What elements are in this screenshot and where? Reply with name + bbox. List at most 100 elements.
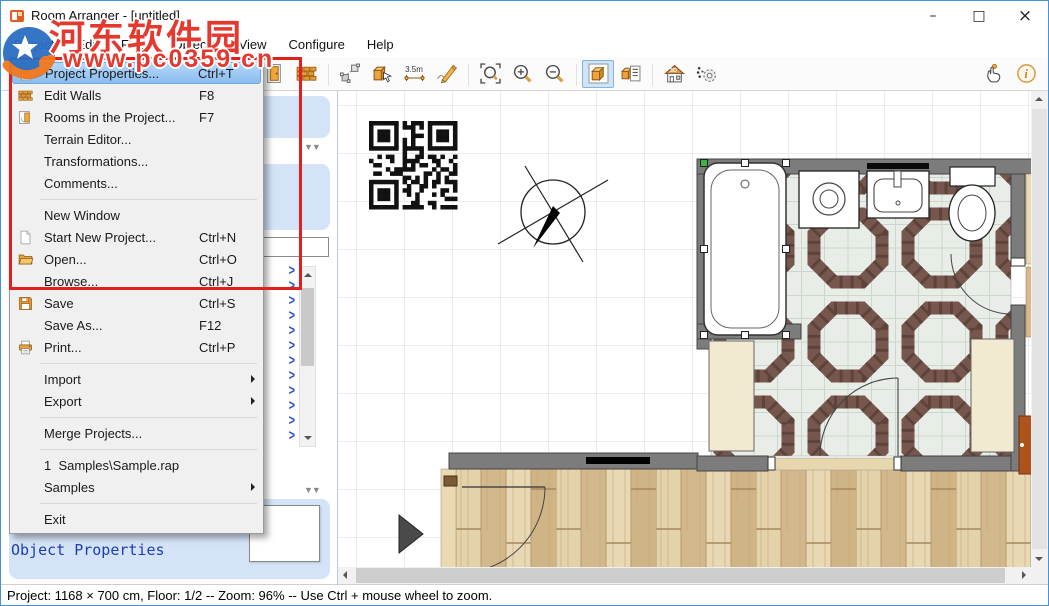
bathroom[interactable] xyxy=(697,159,1031,474)
bathtub[interactable] xyxy=(704,163,786,335)
toolbar-spacer[interactable] xyxy=(722,60,978,88)
window-bar[interactable] xyxy=(586,457,650,464)
door-jamb xyxy=(894,457,901,470)
collapse-panel-icon-2[interactable]: ▼▼ xyxy=(304,485,320,495)
scroll-right-icon[interactable] xyxy=(1022,571,1026,579)
toolbar-3d-objects-button[interactable] xyxy=(614,60,646,88)
titlebar: Room Arranger - [untitled] – □ × xyxy=(1,1,1048,31)
menu-item-exit[interactable]: Exit xyxy=(12,508,261,530)
scroll-down-icon[interactable] xyxy=(1035,557,1043,561)
app-icon xyxy=(9,8,25,24)
cabinet[interactable] xyxy=(709,341,754,451)
brick-wall-icon xyxy=(12,88,38,103)
menu-item-new-window[interactable]: New Window xyxy=(12,204,261,226)
cabinet[interactable] xyxy=(971,339,1014,452)
zoom-window-icon xyxy=(480,63,501,84)
sink[interactable] xyxy=(867,163,929,218)
wall[interactable] xyxy=(449,453,698,469)
toolbar-draw-button[interactable] xyxy=(430,60,462,88)
menu-item-print[interactable]: Print... Ctrl+P xyxy=(12,336,261,358)
tree-item[interactable]: > xyxy=(263,429,299,444)
qr-code[interactable] xyxy=(369,121,458,210)
project-menu: Project Properties... Ctrl+T Edit Walls … xyxy=(9,58,264,534)
menu-item-samples[interactable]: Samples xyxy=(12,476,261,498)
washing-machine[interactable] xyxy=(799,171,859,228)
menu-item-edit-walls[interactable]: Edit Walls F8 xyxy=(12,84,261,106)
doc-new-icon xyxy=(12,230,38,245)
faucet xyxy=(894,171,901,187)
toolbar-walkthrough-button[interactable] xyxy=(690,60,722,88)
toolbar-3d-home-button[interactable]: 3D xyxy=(658,60,690,88)
toolbar-zoom-window-button[interactable] xyxy=(474,60,506,88)
menu-item-save[interactable]: Save Ctrl+S xyxy=(12,292,261,314)
menu-item-open[interactable]: Open... Ctrl+O xyxy=(12,248,261,270)
menu-item-start-new-project[interactable]: Start New Project... Ctrl+N xyxy=(12,226,261,248)
menu-item-comments[interactable]: Comments... xyxy=(12,172,261,194)
printer-icon xyxy=(12,340,38,355)
toolbar-walls-button[interactable] xyxy=(290,60,322,88)
view-3d-list-icon xyxy=(620,63,641,84)
door-knob xyxy=(1020,443,1024,447)
toolbar-3d-view-button[interactable] xyxy=(582,60,614,88)
toolbar-hand-button[interactable] xyxy=(978,60,1010,88)
menu-item-rooms-in-project[interactable]: Rooms in the Project... F7 xyxy=(12,106,261,128)
menu-item-project-properties[interactable]: Project Properties... Ctrl+T xyxy=(12,62,261,84)
menubar-item-objects[interactable]: Objects xyxy=(162,33,228,56)
scroll-down-icon[interactable] xyxy=(304,436,312,440)
menu-item-export[interactable]: Export xyxy=(12,390,261,412)
horizontal-scrollbar[interactable] xyxy=(338,567,1031,584)
object-properties-title: Object Properties xyxy=(11,541,165,559)
collapse-panel-icon[interactable]: ▼▼ xyxy=(304,142,320,152)
wood-floor[interactable] xyxy=(456,469,1031,567)
menu-item-import[interactable]: Import xyxy=(12,368,261,390)
menubar-item-help[interactable]: Help xyxy=(356,33,405,56)
door-icon xyxy=(264,63,285,84)
home-3d-icon: 3D xyxy=(664,63,685,84)
menu-item-terrain-editor[interactable]: Terrain Editor... xyxy=(12,128,261,150)
minimize-button[interactable]: – xyxy=(910,1,956,31)
tree-scrollbar[interactable] xyxy=(299,266,316,447)
chevron-right-icon: > xyxy=(289,426,295,446)
status-text: Project: 1168 × 700 cm, Floor: 1/2 -- Zo… xyxy=(7,588,492,603)
menubar-item-floor[interactable]: Floor xyxy=(110,33,162,56)
svg-text:i: i xyxy=(1024,67,1028,81)
toolbar-about-button[interactable]: i xyxy=(1010,60,1042,88)
menu-item-browse[interactable]: Browse... Ctrl+J xyxy=(12,270,261,292)
toolbar-select-button[interactable] xyxy=(334,60,366,88)
menu-item-merge-projects[interactable]: Merge Projects... xyxy=(12,422,261,444)
toolbar-add-object-button[interactable] xyxy=(366,60,398,88)
drain xyxy=(741,180,749,188)
folder-open-icon xyxy=(12,252,38,267)
app-window: Room Arranger - [untitled] – □ × Project… xyxy=(0,0,1049,606)
maximize-button[interactable]: □ xyxy=(956,1,1002,31)
rooms-icon xyxy=(12,110,38,125)
scroll-left-icon[interactable] xyxy=(343,571,347,579)
toolbar-measure-button[interactable]: 3.5m xyxy=(398,60,430,88)
info-icon: i xyxy=(1016,63,1037,84)
toolbar-zoom-in-button[interactable] xyxy=(506,60,538,88)
menu-item-recent-file-1[interactable]: 1 Samples\Sample.rap xyxy=(12,454,261,476)
scroll-up-icon[interactable] xyxy=(1035,97,1043,101)
horizontal-scrollbar-thumb[interactable] xyxy=(356,568,1005,583)
menu-item-save-as[interactable]: Save As... F12 xyxy=(12,314,261,336)
door-jamb xyxy=(1011,258,1025,266)
menubar-item-project[interactable]: Project xyxy=(3,33,65,56)
compass-rose[interactable] xyxy=(498,166,608,262)
object-tree: >>>>>>>>>>>> xyxy=(263,264,299,444)
toolbar-zoom-out-button[interactable] xyxy=(538,60,570,88)
menubar-item-edit[interactable]: Edit xyxy=(65,33,109,56)
close-button[interactable]: × xyxy=(1002,1,1048,31)
vertical-scrollbar[interactable] xyxy=(1031,91,1048,567)
menu-item-transformations[interactable]: Transformations... xyxy=(12,150,261,172)
submenu-arrow-icon xyxy=(251,397,255,405)
vertical-scrollbar-thumb[interactable] xyxy=(1032,109,1047,549)
toilet[interactable] xyxy=(949,167,995,241)
plan-viewport[interactable] xyxy=(338,91,1031,567)
zoom-in-icon xyxy=(512,63,533,84)
tree-scrollbar-thumb[interactable] xyxy=(301,288,314,366)
menubar-item-configure[interactable]: Configure xyxy=(278,33,356,56)
menubar-item-view[interactable]: View xyxy=(228,33,278,56)
scroll-up-icon[interactable] xyxy=(304,273,312,277)
selection-handle-rotate[interactable] xyxy=(701,160,708,167)
plan-canvas[interactable] xyxy=(338,91,1048,584)
